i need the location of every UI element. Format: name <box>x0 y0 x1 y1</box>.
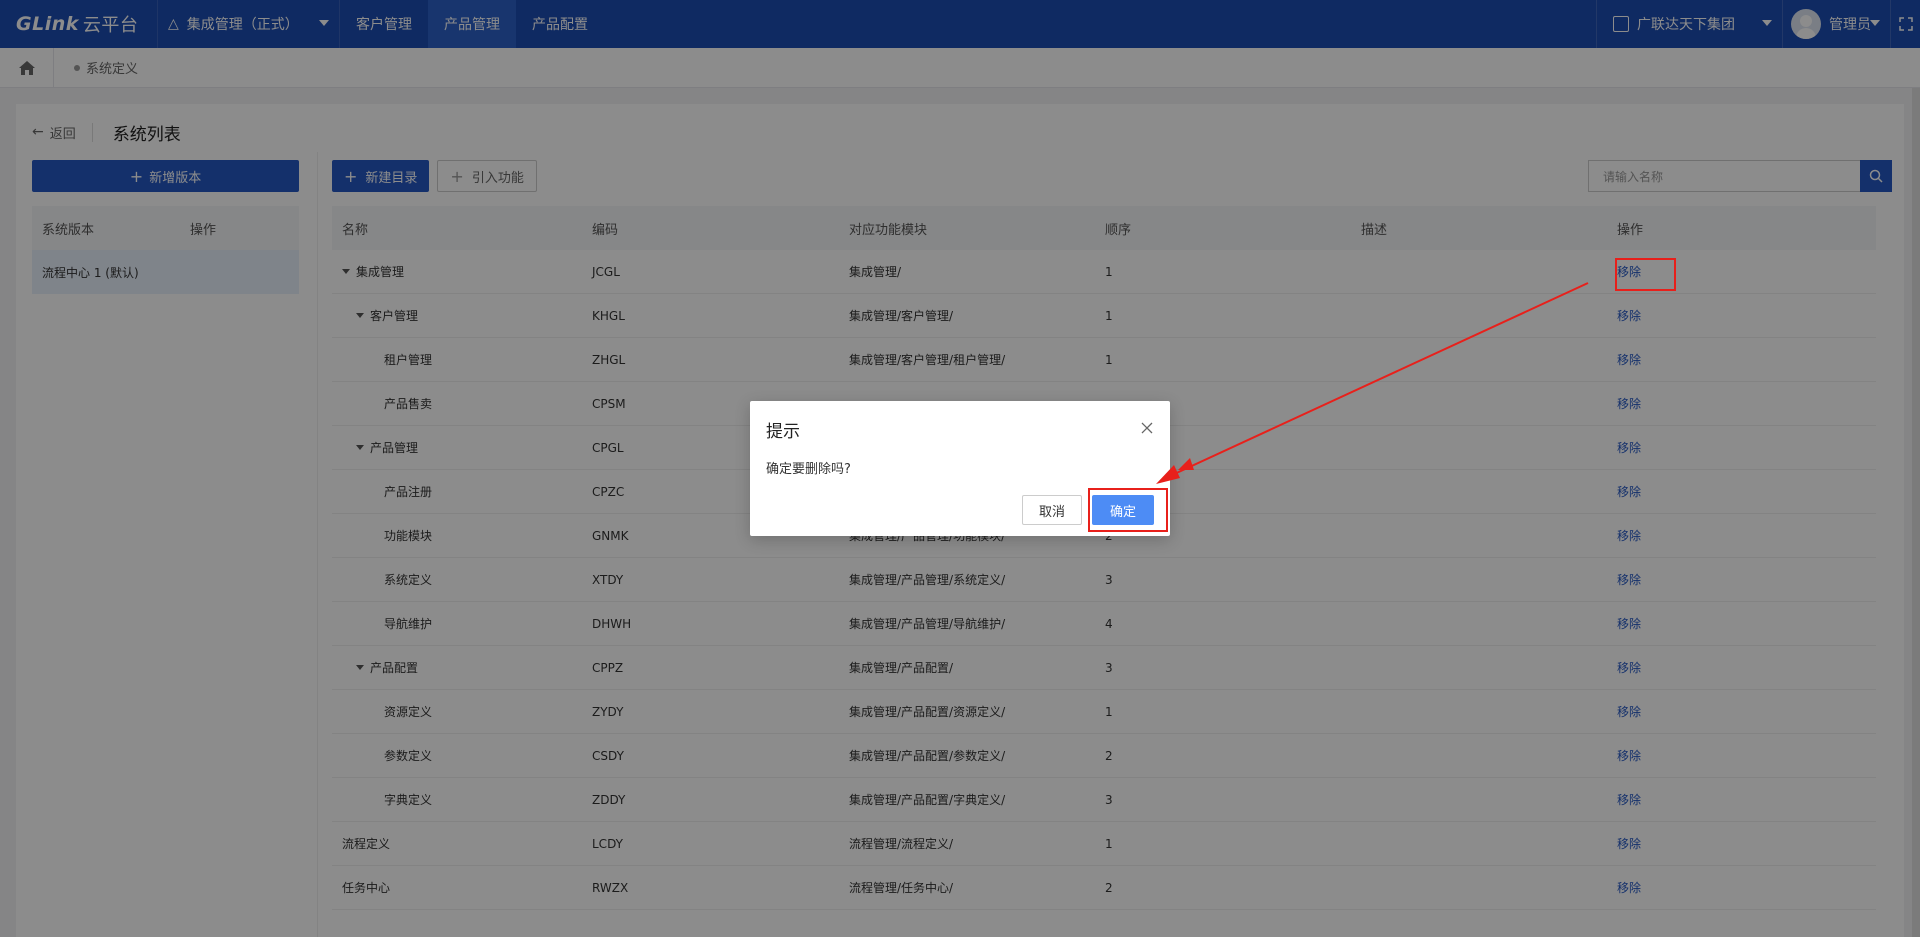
annotation-arrow <box>1156 282 1589 484</box>
